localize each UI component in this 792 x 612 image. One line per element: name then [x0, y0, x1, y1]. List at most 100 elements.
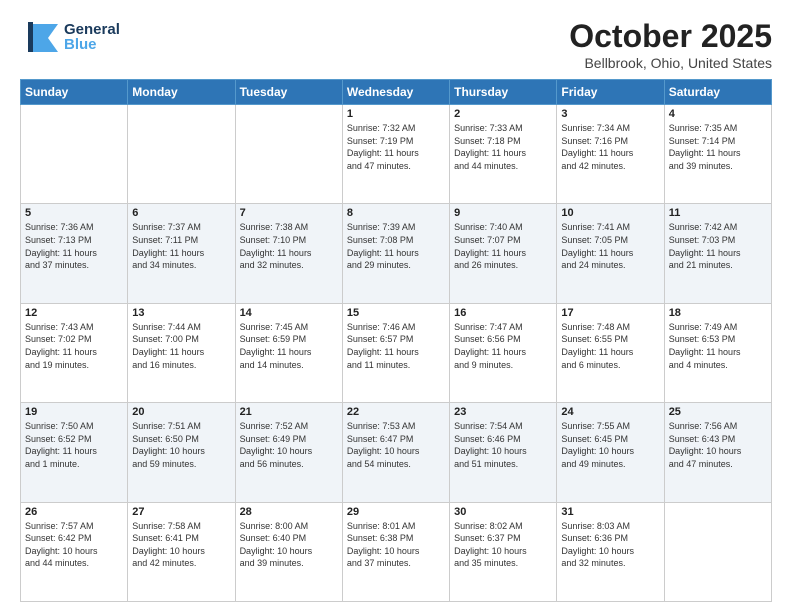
logo: General Blue	[20, 18, 120, 56]
table-row: 16 Sunrise: 7:47 AM Sunset: 6:56 PM Dayli…	[450, 303, 557, 402]
location: Bellbrook, Ohio, United States	[569, 55, 772, 71]
logo-text: General Blue	[64, 22, 120, 52]
day-number: 18	[669, 307, 767, 319]
day-number: 26	[25, 506, 123, 518]
logo-icon	[20, 18, 60, 56]
table-row: 18 Sunrise: 7:49 AM Sunset: 6:53 PM Dayli…	[664, 303, 771, 402]
calendar-week-row: 12 Sunrise: 7:43 AM Sunset: 7:02 PM Dayli…	[21, 303, 772, 402]
day-number: 9	[454, 207, 552, 219]
day-number: 13	[132, 307, 230, 319]
day-number: 16	[454, 307, 552, 319]
day-info: Sunrise: 7:40 AM Sunset: 7:07 PM Dayligh…	[454, 221, 552, 271]
table-row: 22Sunrise: 7:53 AM Sunset: 6:47 PM Dayli…	[342, 403, 449, 502]
header-tuesday: Tuesday	[235, 80, 342, 105]
header-monday: Monday	[128, 80, 235, 105]
table-row: 10 Sunrise: 7:41 AM Sunset: 7:05 PM Dayli…	[557, 204, 664, 303]
day-number: 30	[454, 506, 552, 518]
day-number: 12	[25, 307, 123, 319]
day-number: 25	[669, 406, 767, 418]
table-row	[21, 105, 128, 204]
day-info: Sunrise: 7:45 AM Sunset: 6:59 PM Dayligh…	[240, 321, 338, 371]
table-row: 4 Sunrise: 7:35 AM Sunset: 7:14 PM Daylig…	[664, 105, 771, 204]
day-info: Sunrise: 7:44 AM Sunset: 7:00 PM Dayligh…	[132, 321, 230, 371]
day-info: Sunrise: 7:39 AM Sunset: 7:08 PM Dayligh…	[347, 221, 445, 271]
table-row: 3 Sunrise: 7:34 AM Sunset: 7:16 PM Daylig…	[557, 105, 664, 204]
day-info: Sunrise: 7:38 AM Sunset: 7:10 PM Dayligh…	[240, 221, 338, 271]
day-info: Sunrise: 7:33 AM Sunset: 7:18 PM Dayligh…	[454, 122, 552, 172]
day-info: Sunrise: 7:53 AM Sunset: 6:47 PM Dayligh…	[347, 420, 445, 470]
table-row: 11 Sunrise: 7:42 AM Sunset: 7:03 PM Dayli…	[664, 204, 771, 303]
table-row: 6 Sunrise: 7:37 AM Sunset: 7:11 PM Daylig…	[128, 204, 235, 303]
day-info: Sunrise: 7:37 AM Sunset: 7:11 PM Dayligh…	[132, 221, 230, 271]
month-title: October 2025	[569, 18, 772, 55]
table-row	[128, 105, 235, 204]
day-number: 4	[669, 108, 767, 120]
logo-blue-text: Blue	[64, 37, 120, 52]
day-number: 11	[669, 207, 767, 219]
logo-general-text: General	[64, 22, 120, 37]
day-info: Sunrise: 7:50 AM Sunset: 6:52 PM Dayligh…	[25, 420, 123, 470]
day-info: Sunrise: 7:34 AM Sunset: 7:16 PM Dayligh…	[561, 122, 659, 172]
table-row: 26 Sunrise: 7:57 AM Sunset: 6:42 PM Dayli…	[21, 502, 128, 601]
header-saturday: Saturday	[664, 80, 771, 105]
table-row: 24 Sunrise: 7:55 AM Sunset: 6:45 PM Dayli…	[557, 403, 664, 502]
table-row	[664, 502, 771, 601]
day-info: Sunrise: 7:55 AM Sunset: 6:45 PM Dayligh…	[561, 420, 659, 470]
table-row: 13 Sunrise: 7:44 AM Sunset: 7:00 PM Dayli…	[128, 303, 235, 402]
header-friday: Friday	[557, 80, 664, 105]
day-info: Sunrise: 8:03 AM Sunset: 6:36 PM Dayligh…	[561, 520, 659, 570]
table-row: 5Sunrise: 7:36 AM Sunset: 7:13 PM Daylig…	[21, 204, 128, 303]
day-number: 7	[240, 207, 338, 219]
day-number: 3	[561, 108, 659, 120]
day-info: Sunrise: 7:57 AM Sunset: 6:42 PM Dayligh…	[25, 520, 123, 570]
day-number: 2	[454, 108, 552, 120]
table-row: 1Sunrise: 7:32 AM Sunset: 7:19 PM Daylig…	[342, 105, 449, 204]
day-info: Sunrise: 7:43 AM Sunset: 7:02 PM Dayligh…	[25, 321, 123, 371]
day-info: Sunrise: 7:47 AM Sunset: 6:56 PM Dayligh…	[454, 321, 552, 371]
day-number: 8	[347, 207, 445, 219]
table-row: 12 Sunrise: 7:43 AM Sunset: 7:02 PM Dayli…	[21, 303, 128, 402]
day-info: Sunrise: 8:00 AM Sunset: 6:40 PM Dayligh…	[240, 520, 338, 570]
day-number: 14	[240, 307, 338, 319]
table-row: 2 Sunrise: 7:33 AM Sunset: 7:18 PM Daylig…	[450, 105, 557, 204]
day-number: 31	[561, 506, 659, 518]
calendar-table: Sunday Monday Tuesday Wednesday Thursday…	[20, 79, 772, 602]
table-row: 15 Sunrise: 7:46 AM Sunset: 6:57 PM Dayli…	[342, 303, 449, 402]
day-number: 17	[561, 307, 659, 319]
table-row: 7 Sunrise: 7:38 AM Sunset: 7:10 PM Daylig…	[235, 204, 342, 303]
table-row: 20 Sunrise: 7:51 AM Sunset: 6:50 PM Dayli…	[128, 403, 235, 502]
day-info: Sunrise: 7:46 AM Sunset: 6:57 PM Dayligh…	[347, 321, 445, 371]
day-number: 15	[347, 307, 445, 319]
day-info: Sunrise: 7:51 AM Sunset: 6:50 PM Dayligh…	[132, 420, 230, 470]
table-row: 19Sunrise: 7:50 AM Sunset: 6:52 PM Dayli…	[21, 403, 128, 502]
day-info: Sunrise: 7:49 AM Sunset: 6:53 PM Dayligh…	[669, 321, 767, 371]
calendar-header-row: Sunday Monday Tuesday Wednesday Thursday…	[21, 80, 772, 105]
day-info: Sunrise: 7:36 AM Sunset: 7:13 PM Dayligh…	[25, 221, 123, 271]
day-info: Sunrise: 7:42 AM Sunset: 7:03 PM Dayligh…	[669, 221, 767, 271]
day-info: Sunrise: 8:01 AM Sunset: 6:38 PM Dayligh…	[347, 520, 445, 570]
calendar-week-row: 5Sunrise: 7:36 AM Sunset: 7:13 PM Daylig…	[21, 204, 772, 303]
day-info: Sunrise: 7:48 AM Sunset: 6:55 PM Dayligh…	[561, 321, 659, 371]
table-row: 23Sunrise: 7:54 AM Sunset: 6:46 PM Dayli…	[450, 403, 557, 502]
day-number: 24	[561, 406, 659, 418]
table-row: 28Sunrise: 8:00 AM Sunset: 6:40 PM Dayli…	[235, 502, 342, 601]
day-info: Sunrise: 7:52 AM Sunset: 6:49 PM Dayligh…	[240, 420, 338, 470]
header-thursday: Thursday	[450, 80, 557, 105]
day-number: 10	[561, 207, 659, 219]
header: General Blue October 2025 Bellbrook, Ohi…	[20, 18, 772, 71]
day-number: 27	[132, 506, 230, 518]
table-row: 30Sunrise: 8:02 AM Sunset: 6:37 PM Dayli…	[450, 502, 557, 601]
day-info: Sunrise: 7:32 AM Sunset: 7:19 PM Dayligh…	[347, 122, 445, 172]
day-info: Sunrise: 7:35 AM Sunset: 7:14 PM Dayligh…	[669, 122, 767, 172]
table-row: 9 Sunrise: 7:40 AM Sunset: 7:07 PM Daylig…	[450, 204, 557, 303]
calendar-week-row: 26 Sunrise: 7:57 AM Sunset: 6:42 PM Dayli…	[21, 502, 772, 601]
day-info: Sunrise: 7:41 AM Sunset: 7:05 PM Dayligh…	[561, 221, 659, 271]
table-row: 21Sunrise: 7:52 AM Sunset: 6:49 PM Dayli…	[235, 403, 342, 502]
day-number: 6	[132, 207, 230, 219]
header-sunday: Sunday	[21, 80, 128, 105]
table-row: 14 Sunrise: 7:45 AM Sunset: 6:59 PM Dayli…	[235, 303, 342, 402]
page: General Blue October 2025 Bellbrook, Ohi…	[0, 0, 792, 612]
calendar-week-row: 1Sunrise: 7:32 AM Sunset: 7:19 PM Daylig…	[21, 105, 772, 204]
table-row: 27Sunrise: 7:58 AM Sunset: 6:41 PM Dayli…	[128, 502, 235, 601]
day-number: 20	[132, 406, 230, 418]
